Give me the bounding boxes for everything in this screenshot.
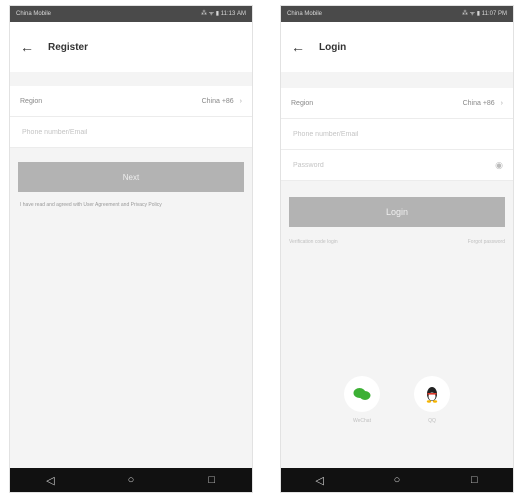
forgot-password-link[interactable]: Forgot password xyxy=(468,239,505,245)
header: ← Login xyxy=(281,22,513,72)
region-selector[interactable]: Region China +86 › xyxy=(10,86,252,117)
phone-field-row xyxy=(281,119,513,150)
wechat-label: WeChat xyxy=(353,418,371,424)
phone-field-row xyxy=(10,117,252,148)
agreement-text[interactable]: I have read and agreed with User Agreeme… xyxy=(10,192,252,208)
region-label: Region xyxy=(20,97,43,105)
region-label: Region xyxy=(291,99,314,107)
wechat-login[interactable]: WeChat xyxy=(344,376,380,424)
nav-recent-icon[interactable]: □ xyxy=(464,474,484,486)
android-nav-bar: ◁ ○ □ xyxy=(281,468,513,492)
status-icons: ⁂ ᯤ ▮ 11:07 PM xyxy=(461,11,507,17)
region-value: China +86 xyxy=(462,99,495,107)
header: ← Register xyxy=(10,22,252,72)
login-links: Verification code login Forgot password xyxy=(281,227,513,245)
back-arrow-icon[interactable]: ← xyxy=(291,39,319,55)
nav-home-icon[interactable]: ○ xyxy=(387,474,407,486)
carrier-label: China Mobile xyxy=(287,11,323,17)
qq-icon xyxy=(426,386,438,403)
qq-login[interactable]: QQ xyxy=(414,376,450,424)
back-arrow-icon[interactable]: ← xyxy=(20,39,48,55)
nav-recent-icon[interactable]: □ xyxy=(202,474,222,486)
next-button[interactable]: Next xyxy=(18,162,244,192)
login-screen: China Mobile ⁂ ᯤ ▮ 11:07 PM ← Login Regi… xyxy=(281,6,513,492)
nav-back-icon[interactable]: ◁ xyxy=(310,474,330,487)
qq-label: QQ xyxy=(428,418,436,424)
page-title: Login xyxy=(319,41,347,53)
code-login-link[interactable]: Verification code login xyxy=(289,239,338,245)
password-input[interactable] xyxy=(291,160,496,170)
wechat-icon xyxy=(353,388,371,400)
carrier-label: China Mobile xyxy=(16,11,52,17)
social-login: WeChat QQ xyxy=(281,376,513,424)
status-bar: China Mobile ⁂ ᯤ ▮ 11:07 PM xyxy=(281,6,513,22)
eye-icon[interactable]: ◉ xyxy=(495,160,503,171)
wechat-button[interactable] xyxy=(344,376,380,412)
phone-email-input[interactable] xyxy=(20,127,242,137)
nav-back-icon[interactable]: ◁ xyxy=(40,474,60,487)
android-nav-bar: ◁ ○ □ xyxy=(10,468,252,492)
page-title: Register xyxy=(48,41,89,53)
password-field-row: ◉ xyxy=(281,150,513,181)
register-screen: China Mobile ⁂ ᯤ ▮ 11:13 AM ← Register R… xyxy=(10,6,252,492)
region-selector[interactable]: Region China +86 › xyxy=(281,88,513,119)
chevron-right-icon: › xyxy=(239,97,242,105)
qq-button[interactable] xyxy=(414,376,450,412)
login-button[interactable]: Login xyxy=(289,197,505,227)
nav-home-icon[interactable]: ○ xyxy=(121,474,141,486)
region-value: China +86 xyxy=(201,97,234,105)
status-icons: ⁂ ᯤ ▮ 11:13 AM xyxy=(200,11,246,17)
chevron-right-icon: › xyxy=(500,99,503,107)
phone-email-input[interactable] xyxy=(291,129,503,139)
status-bar: China Mobile ⁂ ᯤ ▮ 11:13 AM xyxy=(10,6,252,22)
